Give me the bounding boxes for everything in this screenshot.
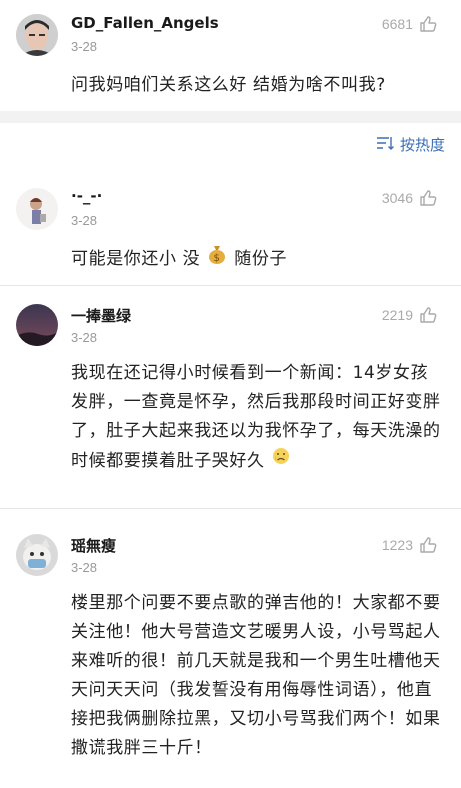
- avatar[interactable]: [16, 534, 58, 576]
- comment-date: 3-28: [71, 213, 98, 228]
- like-button[interactable]: 1223: [382, 536, 437, 554]
- sort-icon: [376, 136, 394, 154]
- comment-item: 一捧墨绿 3-28 2219 我现在还记得小时候看到一个新闻：14岁女孩发胖，一…: [0, 286, 461, 508]
- comment-text-part: 可能是你还小 没: [71, 249, 201, 269]
- like-count: 6681: [381, 16, 413, 32]
- username[interactable]: 瑶無瘦: [71, 535, 116, 556]
- username[interactable]: 一捧墨绿: [71, 305, 131, 326]
- avatar[interactable]: [16, 188, 58, 230]
- sort-label: 按热度: [399, 136, 445, 154]
- comment-text: 楼里那个问要不要点歌的弹吉他的！大家都不要关注他！他大号营造文艺暖男人设，小号骂…: [71, 593, 441, 758]
- username[interactable]: ·-_-·: [71, 187, 102, 205]
- like-count: 1223: [381, 537, 413, 553]
- like-count: 2219: [381, 307, 413, 323]
- username[interactable]: GD_Fallen_Angels: [71, 14, 219, 32]
- sort-by-hot-button[interactable]: 按热度: [376, 134, 445, 155]
- comment-text-part: 我现在还记得小时候看到一个新闻：14岁女孩发胖，一查竟是怀孕，然后我那段时间正好…: [71, 363, 441, 471]
- like-button[interactable]: 3046: [382, 189, 437, 207]
- top-post: GD_Fallen_Angels 3-28 6681 问我妈咱们关系这么好 结婚…: [0, 0, 461, 111]
- thumbs-up-icon: [419, 306, 437, 324]
- like-button[interactable]: 2219: [382, 306, 437, 324]
- comment-text-part: 随份子: [234, 249, 288, 269]
- avatar[interactable]: [16, 304, 58, 346]
- section-divider: [0, 111, 461, 123]
- avatar[interactable]: [16, 14, 58, 56]
- post-text: 问我妈咱们关系这么好 结婚为啥不叫我?: [71, 75, 386, 95]
- thumbs-up-icon: [419, 189, 437, 207]
- comment-item: 瑶無瘦 3-28 1223 楼里那个问要不要点歌的弹吉他的！大家都不要关注他！他…: [0, 509, 461, 788]
- svg-text:$: $: [214, 253, 221, 264]
- comment-text: 可能是你还小 没 $ 随份子: [71, 243, 441, 275]
- like-button[interactable]: 6681: [382, 15, 437, 33]
- thumbs-up-icon: [419, 15, 437, 33]
- like-count: 3046: [381, 190, 413, 206]
- money-bag-icon: $: [206, 243, 228, 275]
- comment-text: 我现在还记得小时候看到一个新闻：14岁女孩发胖，一查竟是怀孕，然后我那段时间正好…: [71, 359, 441, 476]
- sad-face-icon: [271, 446, 291, 476]
- comment-date: 3-28: [71, 330, 98, 345]
- post-date: 3-28: [71, 39, 98, 54]
- comment-date: 3-28: [71, 560, 98, 575]
- comment-item: ·-_-· 3-28 3046 可能是你还小 没 $ 随份子: [0, 180, 461, 285]
- thumbs-up-icon: [419, 536, 437, 554]
